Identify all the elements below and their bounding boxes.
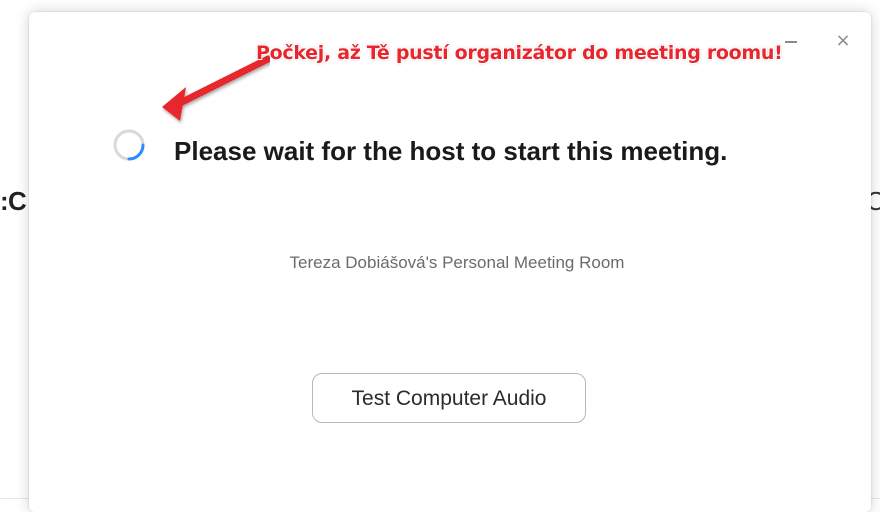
- annotation-arrow-icon: [162, 55, 270, 121]
- test-computer-audio-button[interactable]: Test Computer Audio: [312, 373, 586, 423]
- page-title: Please wait for the host to start this m…: [174, 136, 728, 166]
- close-icon: ×: [835, 30, 851, 51]
- annotation-callout-text: Počkej, až Tě pustí organizátor do meeti…: [256, 42, 783, 64]
- meeting-room-label: Tereza Dobiášová's Personal Meeting Room: [289, 253, 625, 272]
- minimize-icon: [785, 41, 797, 43]
- loading-spinner-icon: [113, 129, 145, 161]
- close-button[interactable]: ×: [832, 30, 854, 52]
- minimize-button[interactable]: [780, 30, 802, 52]
- meeting-room-name: Tereza Dobiášová's Personal Meeting Room: [29, 253, 871, 273]
- background-text-fragment: C: [8, 186, 27, 216]
